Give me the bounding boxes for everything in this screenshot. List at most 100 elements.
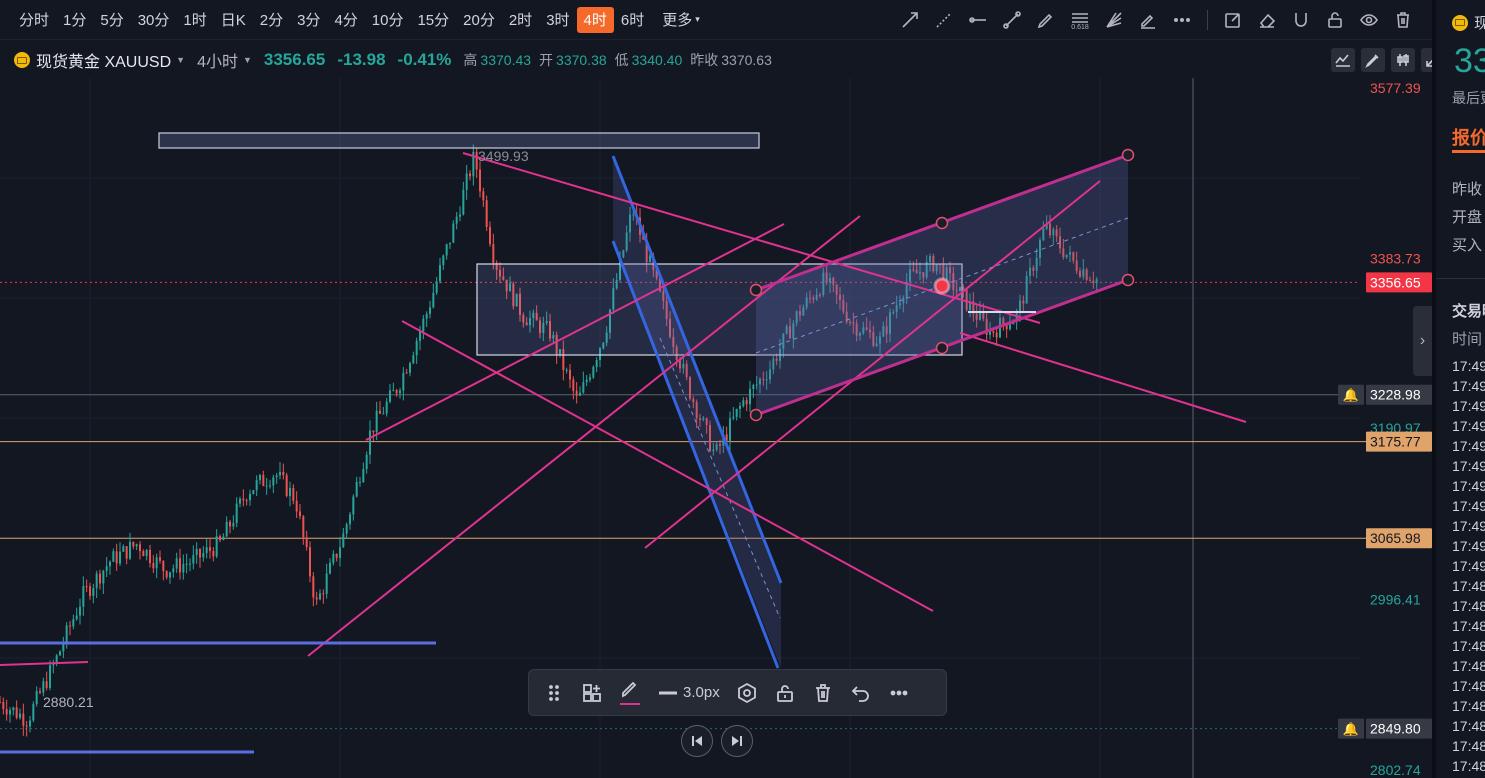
trade-time: 17:48 bbox=[1452, 738, 1485, 754]
candle-body bbox=[122, 546, 125, 552]
delete-all-tool[interactable] bbox=[1388, 6, 1418, 34]
candle-body bbox=[182, 564, 185, 573]
fan-tool[interactable] bbox=[1099, 6, 1129, 34]
timeframe-5[interactable]: 日K bbox=[214, 7, 253, 33]
timeframe-6[interactable]: 2分 bbox=[253, 7, 290, 33]
undo-button[interactable] bbox=[842, 675, 880, 711]
magnet-tool[interactable] bbox=[1286, 6, 1316, 34]
candle-body bbox=[259, 474, 261, 481]
symbol-name[interactable]: 现货黄金 XAUUSD bbox=[36, 48, 171, 72]
candle-body bbox=[209, 547, 211, 551]
candle-body bbox=[315, 597, 318, 600]
timeframe-8[interactable]: 4分 bbox=[327, 7, 364, 33]
candle-type-button[interactable] bbox=[1391, 48, 1415, 72]
candle-body bbox=[489, 227, 491, 245]
candle-body bbox=[222, 536, 225, 541]
price-axis-label: 3356.65 bbox=[1370, 274, 1421, 290]
timeframe-11[interactable]: 20分 bbox=[456, 7, 502, 33]
candle-body bbox=[749, 389, 751, 405]
fibonacci-tool[interactable]: 0.618 bbox=[1065, 6, 1095, 34]
draw-button[interactable] bbox=[1361, 48, 1385, 72]
candle-body bbox=[9, 710, 11, 715]
candle-body bbox=[435, 281, 438, 293]
scroll-end-button[interactable] bbox=[721, 725, 753, 757]
candle-body bbox=[42, 681, 45, 693]
high-label: 高 bbox=[463, 52, 478, 68]
candle-body bbox=[399, 390, 401, 394]
scroll-start-button[interactable] bbox=[681, 725, 713, 757]
segment-icon bbox=[1003, 11, 1021, 29]
collapse-panel-button[interactable]: › bbox=[1413, 306, 1432, 376]
candle-body bbox=[89, 586, 91, 596]
timeframe-1[interactable]: 1分 bbox=[56, 7, 93, 33]
period-selector[interactable]: 4小时 bbox=[197, 48, 238, 72]
candle-body bbox=[149, 549, 151, 564]
edit-box-tool[interactable] bbox=[1218, 6, 1248, 34]
pen-line-tool[interactable] bbox=[1031, 6, 1061, 34]
timeframe-10[interactable]: 15分 bbox=[410, 7, 456, 33]
caret-down-icon[interactable]: ▼ bbox=[176, 55, 185, 65]
dashed-ray-tool[interactable] bbox=[929, 6, 959, 34]
eye-icon bbox=[1360, 14, 1378, 26]
template-button[interactable] bbox=[573, 675, 611, 711]
open-label: 开 bbox=[539, 52, 554, 68]
candle-body bbox=[275, 475, 278, 478]
undo-icon bbox=[851, 685, 869, 702]
timeframe-2[interactable]: 5分 bbox=[93, 7, 130, 33]
candle-body bbox=[345, 524, 348, 534]
timeframe-15[interactable]: 6时 bbox=[614, 7, 651, 33]
trash-icon bbox=[815, 683, 830, 702]
drag-handle[interactable] bbox=[535, 675, 573, 711]
candle-body bbox=[332, 553, 335, 563]
timeframe-13[interactable]: 3时 bbox=[539, 7, 576, 33]
color-button[interactable] bbox=[611, 675, 649, 711]
candle-body bbox=[575, 390, 578, 396]
more-button[interactable] bbox=[880, 675, 918, 711]
line-width-button[interactable]: 3.0px bbox=[649, 675, 728, 711]
more-tools-button[interactable] bbox=[1167, 6, 1197, 34]
candle-body bbox=[462, 189, 465, 215]
brush-tool[interactable] bbox=[1133, 6, 1163, 34]
timeframe-0[interactable]: 分时 bbox=[12, 7, 56, 33]
caret-down-icon[interactable]: ▼ bbox=[243, 55, 252, 65]
candle-body bbox=[115, 551, 118, 564]
lock-tool[interactable] bbox=[1320, 6, 1350, 34]
price-axis-label: 3383.73 bbox=[1370, 250, 1421, 266]
eraser-tool[interactable] bbox=[1252, 6, 1282, 34]
skip-back-icon bbox=[692, 736, 702, 746]
indicator-button[interactable] bbox=[1331, 48, 1355, 72]
timeframe-12[interactable]: 2时 bbox=[502, 7, 539, 33]
tab-quote[interactable]: 报价 bbox=[1452, 124, 1485, 150]
arrow-ray-icon bbox=[902, 12, 918, 28]
candle-body bbox=[445, 244, 448, 256]
timeframe-4[interactable]: 1时 bbox=[176, 7, 213, 33]
arrow-ray-tool[interactable] bbox=[895, 6, 925, 34]
timeframe-7[interactable]: 3分 bbox=[290, 7, 327, 33]
timeframe-9[interactable]: 10分 bbox=[365, 7, 411, 33]
gold-coin-icon bbox=[14, 52, 30, 68]
more-timeframes-button[interactable]: 更多 ▾ bbox=[655, 7, 707, 33]
candle-body bbox=[342, 533, 345, 548]
low-annotation: 2880.21 bbox=[43, 694, 94, 710]
candle-body bbox=[245, 500, 248, 502]
candle-body bbox=[0, 701, 1, 703]
settings-button[interactable] bbox=[728, 675, 766, 711]
drawings[interactable] bbox=[0, 132, 1247, 754]
candle-body bbox=[75, 615, 78, 620]
price-axis-label: 3175.77 bbox=[1370, 434, 1421, 450]
unlock-button[interactable] bbox=[766, 675, 804, 711]
horizontal-ray-tool[interactable] bbox=[963, 6, 993, 34]
candle-body bbox=[752, 385, 755, 390]
anchor-handle bbox=[1121, 273, 1135, 287]
visibility-tool[interactable] bbox=[1354, 6, 1384, 34]
candle-body bbox=[72, 619, 75, 627]
candle-body bbox=[412, 355, 415, 364]
low-value: 3340.40 bbox=[631, 52, 683, 68]
delete-button[interactable] bbox=[804, 675, 842, 711]
segment-tool[interactable] bbox=[997, 6, 1027, 34]
candle-body bbox=[492, 244, 495, 263]
timeframe-3[interactable]: 30分 bbox=[131, 7, 177, 33]
candle-body bbox=[362, 469, 365, 482]
timeframe-14[interactable]: 4时 bbox=[576, 6, 614, 33]
candle-body bbox=[422, 318, 425, 332]
